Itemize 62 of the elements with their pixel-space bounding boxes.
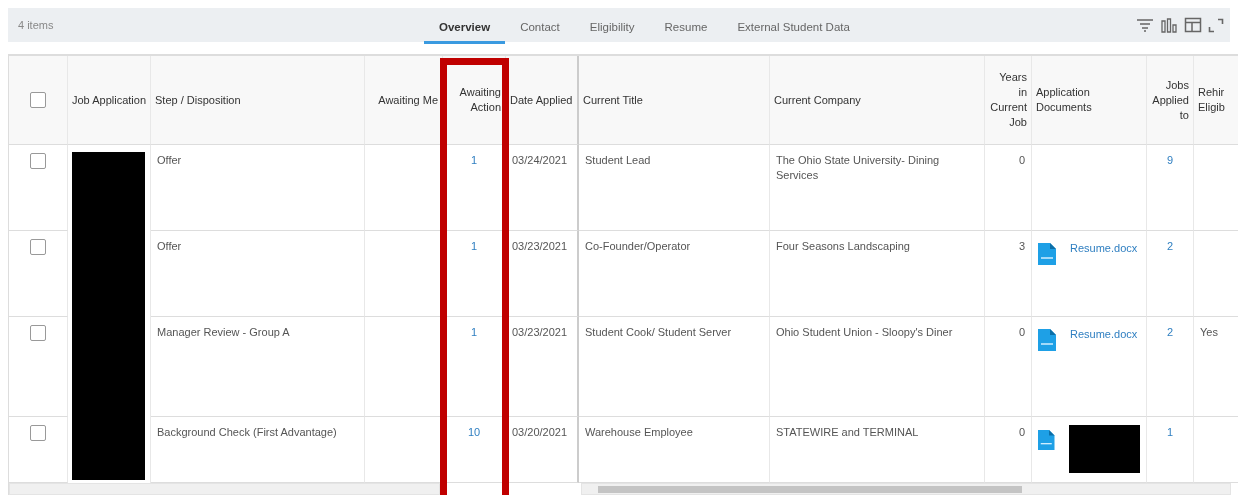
tab[interactable]: Eligibility: [574, 10, 650, 44]
table-cell: STATEWIRE and TERMINAL: [776, 426, 919, 438]
file-link[interactable]: Resume.docx: [1070, 241, 1138, 256]
document-icon: [1038, 329, 1056, 351]
count-link[interactable]: 1: [1166, 426, 1174, 438]
table-cell: 0: [1018, 326, 1025, 338]
column-header[interactable]: Date Applied: [510, 92, 573, 108]
bar-chart-icon[interactable]: [1160, 17, 1178, 33]
table-cell: 03/20/2021: [512, 426, 568, 438]
table-cell: The Ohio State University- Dining Services: [776, 154, 940, 181]
expand-icon[interactable]: [1208, 17, 1224, 33]
column-header[interactable]: Awaiting Me: [378, 92, 438, 108]
checkbox[interactable]: [30, 239, 46, 255]
column-header[interactable]: Current Company: [774, 92, 861, 108]
column-header[interactable]: Rehir Eligib: [1198, 85, 1238, 115]
table-cell: 0: [1018, 426, 1025, 438]
count-link[interactable]: 2: [1166, 240, 1174, 252]
table-cell: 3: [1018, 240, 1025, 252]
column-header[interactable]: Jobs Applied to: [1151, 77, 1189, 123]
table-cell: Student Cook/ Student Server: [585, 326, 732, 338]
checkbox[interactable]: [30, 425, 46, 441]
table-cell: Ohio Student Union - Sloopy's Diner: [776, 326, 953, 338]
count-link[interactable]: 9: [1166, 154, 1174, 166]
tab[interactable]: Resume: [649, 10, 723, 44]
table-cell: Offer: [157, 240, 182, 252]
horizontal-scrollbar[interactable]: [9, 483, 440, 495]
horizontal-scrollbar[interactable]: [581, 483, 1231, 495]
column-header[interactable]: Awaiting Action: [447, 85, 501, 115]
column-header[interactable]: Application Documents: [1036, 85, 1142, 115]
table-cell: 03/23/2021: [512, 326, 568, 338]
count-link[interactable]: 1: [470, 154, 478, 166]
checkbox[interactable]: [30, 153, 46, 169]
table-cell: Yes: [1200, 326, 1218, 338]
count-link[interactable]: 10: [467, 426, 481, 438]
layout-icon[interactable]: [1184, 17, 1202, 33]
table-cell: Co-Founder/Operator: [585, 240, 691, 252]
table-cell: Manager Review - Group A: [157, 326, 290, 338]
checkbox[interactable]: [30, 92, 46, 108]
table-cell: 03/24/2021: [512, 154, 568, 166]
checkbox[interactable]: [30, 325, 46, 341]
column-header[interactable]: Current Title: [583, 92, 643, 108]
filter-icon[interactable]: [1136, 18, 1154, 32]
count-link[interactable]: 1: [470, 240, 478, 252]
table-cell: Background Check (First Advantage): [157, 426, 337, 438]
table-cell: 0: [1018, 154, 1025, 166]
column-header[interactable]: Years in Current Job: [989, 70, 1027, 130]
count-link[interactable]: 2: [1166, 326, 1174, 338]
table-cell: Student Lead: [585, 154, 651, 166]
file-link[interactable]: Resume.docx: [1070, 327, 1138, 342]
tab[interactable]: External Student Data: [722, 10, 865, 44]
table-cell: 03/23/2021: [512, 240, 568, 252]
count-link[interactable]: 1: [470, 326, 478, 338]
table-cell: Offer: [157, 154, 182, 166]
column-header[interactable]: Step / Disposition: [155, 92, 241, 108]
document-icon: [1038, 429, 1055, 451]
tab[interactable]: Overview: [424, 10, 506, 44]
tab[interactable]: Contact: [505, 10, 575, 44]
table-cell: Warehouse Employee: [585, 426, 693, 438]
document-icon: [1038, 243, 1056, 265]
item-count: 4 items: [17, 19, 55, 31]
table-cell: Four Seasons Landscaping: [776, 240, 910, 252]
column-header[interactable]: Job Application: [72, 92, 146, 108]
